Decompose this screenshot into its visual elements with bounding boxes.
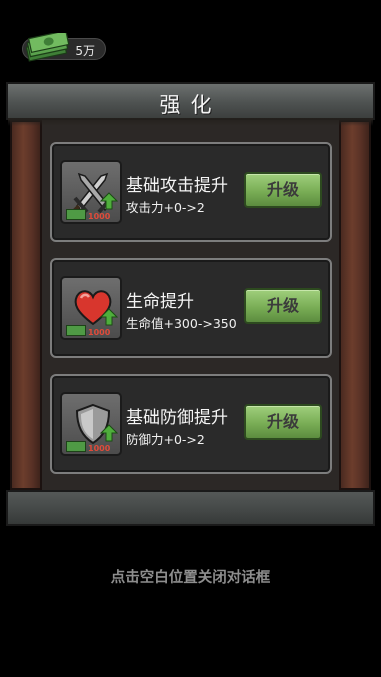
currency-display: 5万 bbox=[22, 33, 106, 62]
upgrade-button[interactable]: 升级 bbox=[244, 172, 322, 208]
currency-value: 5万 bbox=[75, 44, 95, 58]
upgrade-cost: 1000 bbox=[88, 444, 111, 453]
upgrade-card-health: 1000 生命提升 生命值+300->350 升级 bbox=[50, 258, 332, 358]
upgrade-title: 基础攻击提升 bbox=[126, 176, 228, 196]
upgrade-icon-box: 1000 bbox=[60, 392, 122, 456]
upgrade-desc: 生命值+300->350 bbox=[126, 316, 237, 331]
arrow-up-icon bbox=[100, 308, 118, 326]
upgrade-icon-box: 1000 bbox=[60, 276, 122, 340]
panel-title: 强化 bbox=[159, 93, 222, 117]
cash-tag-icon bbox=[66, 209, 86, 220]
upgrade-desc: 防御力+0->2 bbox=[126, 432, 205, 447]
upgrade-button[interactable]: 升级 bbox=[244, 404, 322, 440]
upgrade-title: 生命提升 bbox=[126, 292, 194, 312]
upgrade-icon-box: 1000 bbox=[60, 160, 122, 224]
upgrade-cost: 1000 bbox=[88, 328, 111, 337]
upgrade-title: 基础防御提升 bbox=[126, 408, 228, 428]
arrow-up-icon bbox=[100, 192, 118, 210]
upgrade-card-attack: 1000 基础攻击提升 攻击力+0->2 升级 bbox=[50, 142, 332, 242]
cash-tag-icon bbox=[66, 325, 86, 336]
upgrade-desc: 攻击力+0->2 bbox=[126, 200, 205, 215]
frame-right-post bbox=[339, 120, 371, 490]
upgrade-button[interactable]: 升级 bbox=[244, 288, 322, 324]
panel-header: 强化 bbox=[6, 82, 375, 126]
frame-left-post bbox=[10, 120, 42, 490]
upgrade-card-defense: 1000 基础防御提升 防御力+0->2 升级 bbox=[50, 374, 332, 474]
upgrade-cost: 1000 bbox=[88, 212, 111, 221]
cash-stack-icon bbox=[25, 33, 70, 62]
arrow-up-icon bbox=[100, 424, 118, 442]
close-hint: 点击空白位置关闭对话框 bbox=[110, 570, 271, 586]
panel-footer bbox=[6, 490, 375, 526]
cash-tag-icon bbox=[66, 441, 86, 452]
